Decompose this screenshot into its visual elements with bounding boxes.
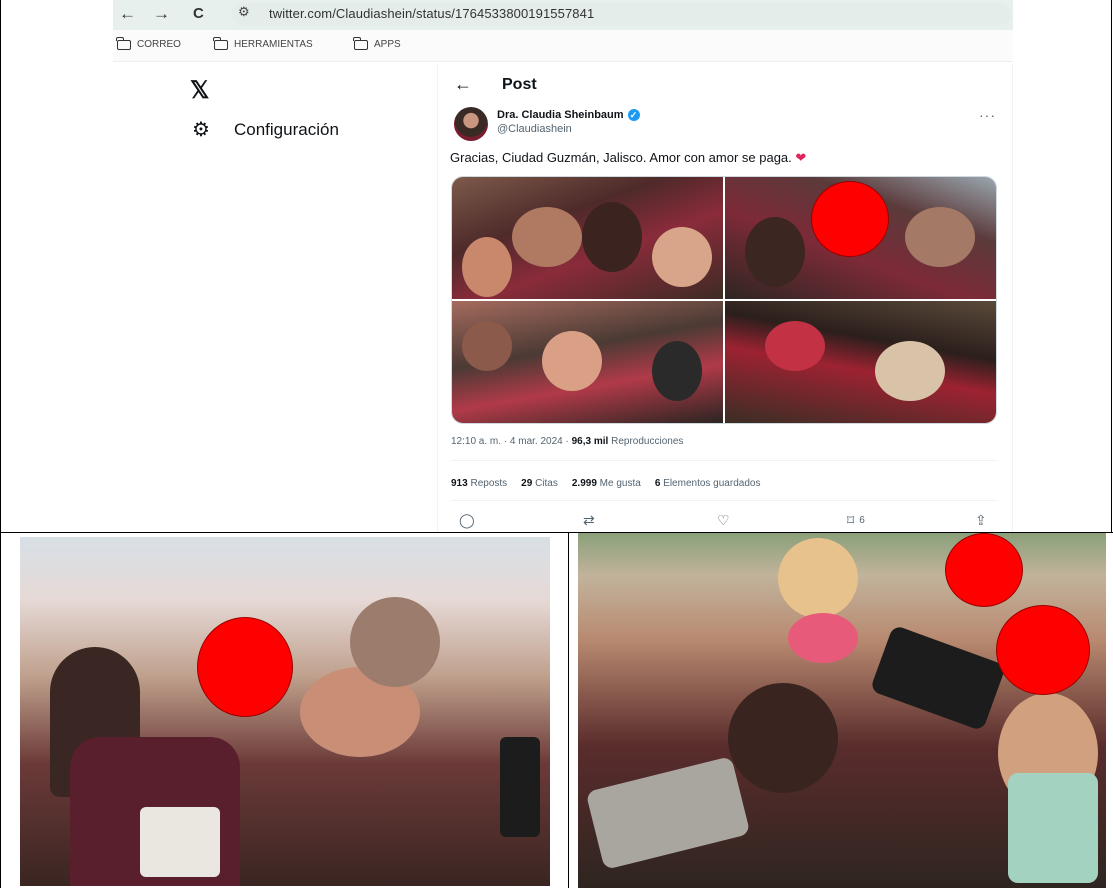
views-label: Reproducciones [611, 436, 684, 447]
folder-icon [213, 36, 228, 50]
post-time[interactable]: 12:10 a. m. [451, 436, 501, 447]
photo-figure [462, 237, 512, 297]
bookmark-count: 6 [859, 515, 865, 526]
avatar[interactable] [454, 107, 488, 141]
bookmarks-stat[interactable]: 6 Elementos guardados [655, 478, 761, 489]
bookmarks-bar: CORREO HERRAMIENTAS APPS [113, 30, 1013, 62]
photo-grid [451, 176, 997, 424]
author-name[interactable]: Dra. Claudia Sheinbaum ✓ [497, 109, 640, 121]
photo-figure [765, 321, 825, 371]
likes-stat[interactable]: 2.999 Me gusta [572, 478, 641, 489]
photo-figure [140, 807, 220, 877]
like-icon[interactable]: ♡ [717, 512, 730, 529]
bookmark-correo[interactable]: CORREO [116, 36, 181, 50]
gear-icon: ⚙ [192, 119, 210, 141]
bookmark-button[interactable]: ⌑ 6 [847, 512, 865, 529]
post-column: ← Post Dra. Claudia Sheinbaum ✓ @Claudia… [437, 64, 1013, 532]
sidebar-item-settings[interactable]: ⚙ Configuración [190, 117, 339, 142]
photo-figure [582, 202, 642, 272]
photo-figure [585, 756, 751, 870]
photo-figure [745, 217, 805, 287]
post-date[interactable]: 4 mar. 2024 [510, 436, 563, 447]
repost-icon[interactable]: ⇄ [583, 512, 595, 529]
back-icon[interactable]: ← [454, 74, 472, 95]
photo-figure [652, 341, 702, 401]
address-bar-row: ← → C ⚙ twitter.com/Claudiashein/status/… [113, 0, 1013, 30]
reposts-stat[interactable]: 913 Reposts [451, 478, 507, 489]
photo-figure [1008, 773, 1098, 883]
tweet-text-body: Gracias, Ciudad Guzmán, Jalisco. Amor co… [450, 150, 792, 165]
divider [451, 460, 997, 461]
forward-arrow-icon[interactable]: → [153, 3, 170, 25]
x-logo-icon[interactable]: 𝕏 [190, 76, 209, 105]
photo-figure [869, 624, 1007, 732]
folder-icon [116, 36, 131, 50]
url-text[interactable]: twitter.com/Claudiashein/status/17645338… [269, 6, 594, 21]
frame-middle-divider [568, 532, 569, 888]
privacy-redaction-dot [197, 617, 293, 717]
author-handle[interactable]: @Claudiashein [497, 123, 572, 135]
verified-badge-icon: ✓ [627, 109, 640, 121]
frame-left-edge [0, 0, 1, 888]
photo-bottom-right [578, 533, 1106, 888]
privacy-redaction-dot [945, 533, 1023, 607]
tweet-photo-1[interactable] [452, 177, 723, 299]
photo-figure [462, 321, 512, 371]
reload-icon[interactable]: C [193, 3, 204, 25]
post-header: ← Post [454, 74, 537, 95]
tweet-photo-3[interactable] [452, 301, 723, 423]
more-options-icon[interactable]: ··· [979, 107, 996, 123]
bookmark-herramientas[interactable]: HERRAMIENTAS [213, 36, 313, 50]
photo-figure [350, 597, 440, 687]
site-settings-icon[interactable]: ⚙ [238, 4, 250, 20]
back-arrow-icon[interactable]: ← [119, 3, 136, 25]
reply-icon[interactable]: ◯ [459, 512, 475, 529]
red-heart-icon: ❤ [795, 150, 807, 165]
divider [451, 500, 997, 501]
bookmark-label: CORREO [137, 39, 181, 50]
share-icon[interactable]: ⇪ [975, 512, 987, 529]
photo-figure [652, 227, 712, 287]
tweet-photo-4[interactable] [725, 301, 996, 423]
photo-figure [512, 207, 582, 267]
tweet-photo-2[interactable] [725, 177, 996, 299]
photo-figure [788, 613, 858, 663]
folder-icon [353, 36, 368, 50]
post-stats: 913 Reposts 29 Citas 2.999 Me gusta 6 El… [451, 478, 760, 489]
privacy-redaction-dot [996, 605, 1090, 695]
photo-figure [875, 341, 945, 401]
author-name-text: Dra. Claudia Sheinbaum [497, 109, 624, 121]
bookmark-icon: ⌑ [847, 512, 855, 528]
sidebar-item-label: Configuración [234, 119, 339, 139]
bookmark-label: APPS [374, 39, 401, 50]
bookmark-label: HERRAMIENTAS [234, 39, 313, 50]
photo-figure [905, 207, 975, 267]
views-count: 96,3 mil [571, 436, 609, 447]
post-meta: 12:10 a. m. · 4 mar. 2024 · 96,3 mil Rep… [451, 436, 684, 447]
tweet-text: Gracias, Ciudad Guzmán, Jalisco. Amor co… [450, 150, 806, 166]
photo-figure [728, 683, 838, 793]
privacy-redaction-dot [811, 181, 889, 257]
browser-chrome: ← → C ⚙ twitter.com/Claudiashein/status/… [113, 0, 1013, 64]
photo-figure [542, 331, 602, 391]
page-title: Post [502, 75, 537, 93]
photo-bottom-left [20, 537, 550, 886]
photo-figure [778, 538, 858, 618]
action-bar: ◯ ⇄ ♡ ⌑ 6 ⇪ [451, 512, 997, 530]
quotes-stat[interactable]: 29 Citas [521, 478, 558, 489]
bookmark-apps[interactable]: APPS [353, 36, 401, 50]
photo-figure [500, 737, 540, 837]
frame-right-edge-top [1111, 0, 1112, 533]
